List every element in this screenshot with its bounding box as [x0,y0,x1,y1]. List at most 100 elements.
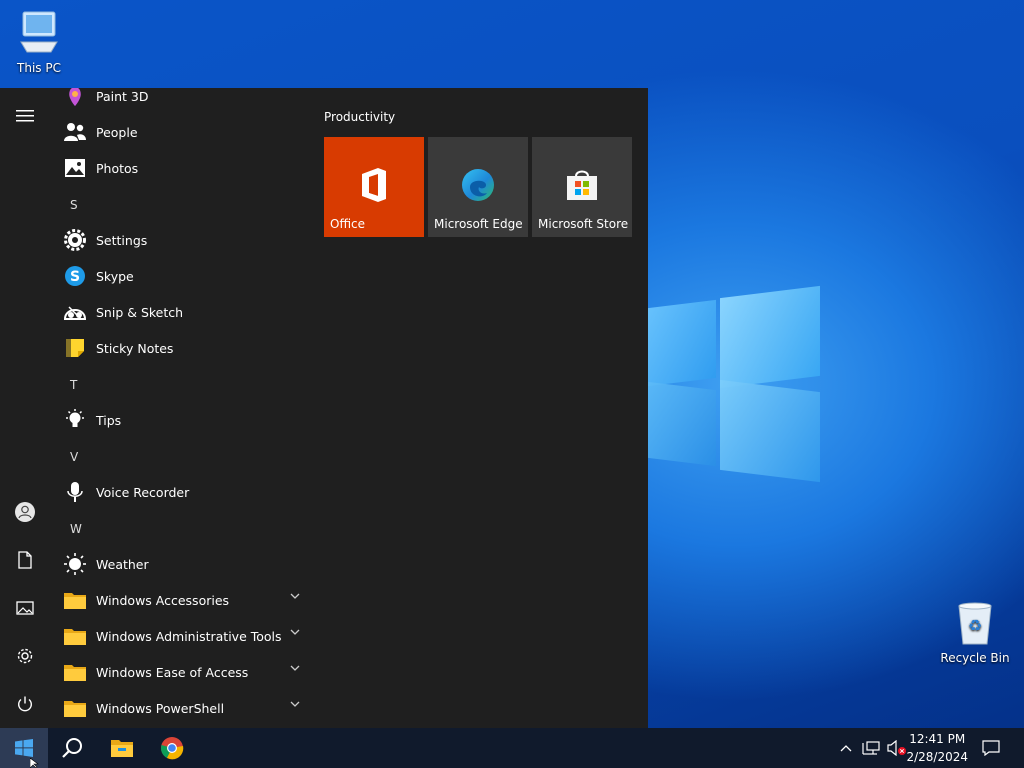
app-voice-recorder[interactable]: Voice Recorder [50,474,308,510]
show-hidden-icons-button[interactable] [834,728,858,768]
app-skype[interactable]: S Skype [50,258,308,294]
app-label: Windows PowerShell [96,700,225,716]
app-tips[interactable]: Tips [50,402,308,438]
app-label: Windows Ease of Access [96,664,249,680]
chevron-down-icon [290,629,300,635]
app-sticky-notes[interactable]: Sticky Notes [50,330,308,366]
wallpaper-logo-pane [648,381,716,467]
app-settings[interactable]: Settings [50,222,308,258]
lightbulb-icon [62,407,88,433]
microphone-icon [62,479,88,505]
volume-muted-icon [887,740,906,756]
start-button[interactable] [0,728,48,768]
app-paint-3d[interactable]: Paint 3D [50,88,308,114]
wallpaper-logo-pane [720,285,820,389]
app-folder-windows-powershell[interactable]: Windows PowerShell [50,690,308,726]
app-people[interactable]: People [50,114,308,150]
tile-group-title[interactable]: Productivity [324,110,395,124]
app-label: Snip & Sketch [96,304,184,320]
notification-icon [982,740,1000,756]
app-label: Paint 3D [96,88,149,104]
app-weather[interactable]: Weather [50,546,308,582]
file-explorer-icon [111,740,133,757]
edge-icon [458,165,498,205]
paint-3d-icon [62,88,88,109]
gear-icon [17,648,33,664]
app-photos[interactable]: Photos [50,150,308,186]
documents-button[interactable] [0,538,50,582]
this-pc-label: This PC [17,61,61,75]
folder-icon [62,587,88,613]
svg-text:♻: ♻ [968,616,982,635]
tile-microsoft-store[interactable]: Microsoft Store [532,137,632,237]
network-button[interactable] [858,728,884,768]
picture-icon [16,601,34,615]
action-center-button[interactable] [970,728,1012,768]
power-button[interactable] [0,682,50,726]
app-label: Sticky Notes [96,340,174,356]
app-snip-sketch[interactable]: Snip & Sketch [50,294,308,330]
folder-icon [62,695,88,721]
chevron-up-icon [840,745,852,752]
chevron-down-icon [290,665,300,671]
office-icon [354,165,394,205]
app-list: Paint 3D People Photos S Settings S Skyp… [50,88,308,728]
chevron-down-icon [290,701,300,707]
section-letter-s[interactable]: S [70,198,78,212]
wallpaper-logo-pane [720,379,820,483]
section-letter-v[interactable]: V [70,450,78,464]
clock-date: 2/28/2024 [906,750,968,764]
store-icon [562,165,602,205]
expand-menu-button[interactable] [0,94,50,138]
tile-label: Microsoft Store [538,217,629,231]
desktop-icon-this-pc[interactable]: This PC [0,8,78,75]
folder-icon [62,659,88,685]
app-label: Tips [96,412,122,428]
skype-icon: S [62,263,88,289]
windows-logo-icon [15,739,33,757]
chevron-down-icon [290,593,300,599]
user-account-button[interactable] [0,490,50,534]
clock[interactable]: 12:41 PM 2/28/2024 [906,730,968,766]
section-letter-w[interactable]: W [70,522,82,536]
taskbar: 12:41 PM 2/28/2024 [0,728,1024,768]
wallpaper-logo-pane [648,299,716,387]
app-label: Weather [96,556,149,572]
computer-icon [20,11,58,53]
chrome-button[interactable] [148,728,196,768]
app-folder-windows-accessories[interactable]: Windows Accessories [50,582,308,618]
sticky-notes-icon [62,335,88,361]
snip-sketch-icon [62,299,88,325]
app-label: People [96,124,138,140]
tile-label: Office [330,217,366,231]
app-label: Windows Accessories [96,592,230,608]
mouse-cursor-icon [30,758,39,768]
search-button[interactable] [48,728,96,768]
app-label: Settings [96,232,148,248]
tile-office[interactable]: Office [324,137,424,237]
hamburger-icon [16,110,34,122]
start-menu: Paint 3D People Photos S Settings S Skyp… [0,88,648,728]
desktop-icon-recycle-bin[interactable]: ♻ Recycle Bin [936,600,1014,665]
photos-icon [62,155,88,181]
folder-icon [62,623,88,649]
app-label: Skype [96,268,134,284]
gear-icon [62,227,88,253]
people-icon [62,119,88,145]
svg-text:S: S [70,269,80,285]
app-label: Windows Administrative Tools [96,628,282,644]
app-folder-windows-administrative-tools[interactable]: Windows Administrative Tools [50,618,308,654]
app-folder-windows-ease-of-access[interactable]: Windows Ease of Access [50,654,308,690]
clock-time: 12:41 PM [909,732,966,746]
document-icon [18,551,32,569]
app-label: Voice Recorder [96,484,190,500]
file-explorer-button[interactable] [98,728,146,768]
settings-rail-button[interactable] [0,634,50,678]
tile-microsoft-edge[interactable]: Microsoft Edge [428,137,528,237]
chrome-icon [161,737,184,760]
section-letter-t[interactable]: T [70,378,77,392]
power-icon [18,696,32,712]
search-icon [62,738,82,758]
sun-icon [62,551,88,577]
pictures-button[interactable] [0,586,50,630]
